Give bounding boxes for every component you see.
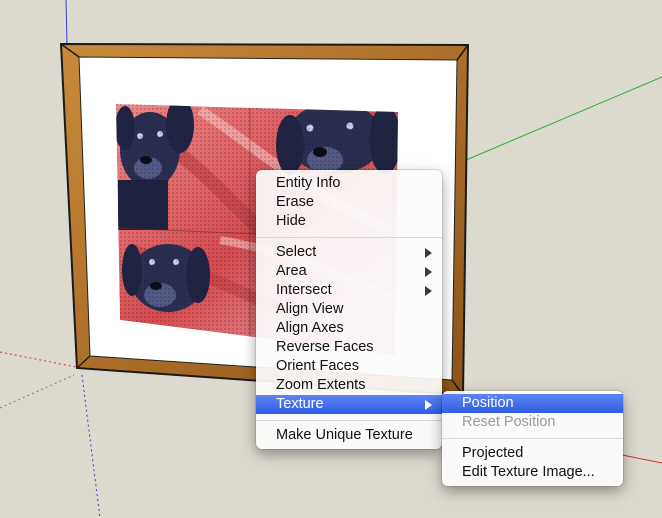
- menu-item-area[interactable]: Area: [256, 262, 442, 281]
- menu-item-select[interactable]: Select: [256, 243, 442, 262]
- menu-item-label: Texture: [276, 396, 324, 412]
- green-axis-dotted: [0, 374, 75, 409]
- menu-separator: [256, 237, 442, 238]
- red-axis: [621, 454, 662, 464]
- menu-separator: [256, 420, 442, 421]
- green-axis: [465, 76, 662, 161]
- menu-item-texture[interactable]: Texture: [256, 395, 442, 414]
- menu-item-make-unique-texture[interactable]: Make Unique Texture: [256, 426, 442, 445]
- menu-item-align-axes[interactable]: Align Axes: [256, 319, 442, 338]
- texture-submenu: Position Reset Position Projected Edit T…: [442, 391, 623, 486]
- menu-item-erase[interactable]: Erase: [256, 193, 442, 212]
- menu-item-intersect[interactable]: Intersect: [256, 281, 442, 300]
- submenu-item-position[interactable]: Position: [442, 394, 623, 413]
- submenu-arrow-icon: [425, 400, 432, 410]
- menu-item-hide[interactable]: Hide: [256, 212, 442, 231]
- submenu-item-reset-position: Reset Position: [462, 414, 556, 430]
- submenu-arrow-icon: [425, 286, 432, 296]
- red-axis-dotted: [0, 351, 77, 368]
- menu-item-align-view[interactable]: Align View: [256, 300, 442, 319]
- submenu-item-edit-texture-image[interactable]: Edit Texture Image...: [442, 463, 623, 482]
- menu-item-label: Area: [276, 263, 307, 279]
- submenu-arrow-icon: [425, 248, 432, 258]
- menu-item-label: Select: [276, 244, 317, 260]
- menu-item-zoom-extents[interactable]: Zoom Extents: [256, 376, 442, 395]
- submenu-item-projected[interactable]: Projected: [442, 444, 623, 463]
- model-viewport[interactable]: Entity Info Erase Hide Select Area Inter…: [0, 0, 662, 518]
- menu-item-reverse-faces[interactable]: Reverse Faces: [256, 338, 442, 357]
- blue-axis-dotted: [81, 374, 101, 518]
- menu-item-orient-faces[interactable]: Orient Faces: [256, 357, 442, 376]
- menu-item-label: Intersect: [276, 282, 332, 298]
- blue-axis: [65, 0, 68, 45]
- menu-item-entity-info[interactable]: Entity Info: [256, 174, 442, 193]
- menu-separator: [442, 438, 623, 439]
- submenu-arrow-icon: [425, 267, 432, 277]
- context-menu: Entity Info Erase Hide Select Area Inter…: [256, 170, 442, 449]
